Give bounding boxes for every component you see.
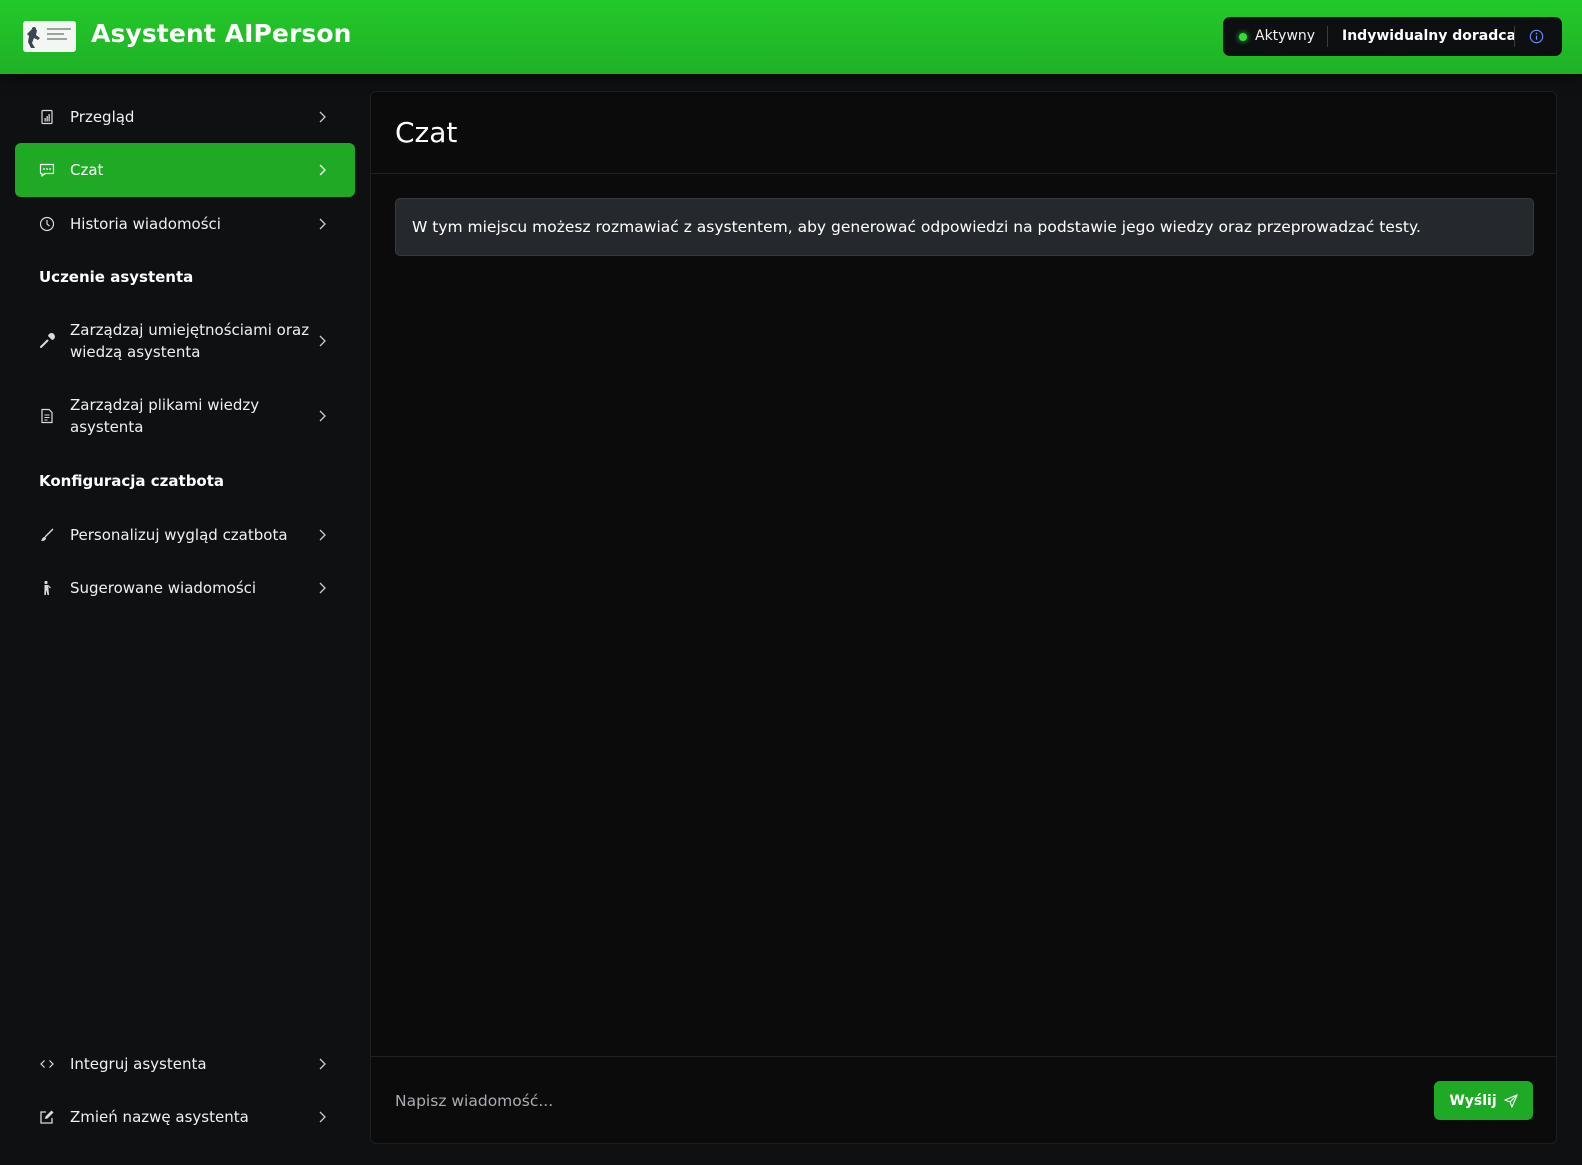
sidebar-item-label: Czat: [70, 161, 104, 179]
chat-info-text: W tym miejscu możesz rozmawiać z asysten…: [412, 218, 1421, 236]
report-icon: [41, 109, 53, 125]
message-input[interactable]: [395, 1082, 1415, 1120]
send-button-label: Wyślij: [1449, 1092, 1497, 1109]
sidebar-item-label: Przegląd: [70, 108, 135, 126]
chevron-right-icon: [319, 1111, 326, 1123]
brush-icon: [41, 528, 54, 541]
sidebar-item-label: Integruj asystenta: [70, 1055, 207, 1073]
sidebar-item-personalize[interactable]: Personalizuj wygląd czatbota: [15, 508, 355, 562]
chevron-right-icon: [319, 1058, 326, 1070]
sidebar-item-message-history[interactable]: Historia wiadomości: [15, 197, 355, 251]
app-title: Asystent AIPerson: [91, 19, 352, 48]
section-title-config: Konfiguracja czatbota: [39, 472, 225, 490]
divider: [371, 1056, 1556, 1057]
sidebar-item-label: Historia wiadomości: [70, 215, 221, 233]
page-title: Czat: [395, 116, 458, 149]
wrench-icon: [40, 333, 55, 348]
logo-figure-icon: [27, 27, 40, 48]
document-icon: [41, 408, 53, 424]
edit-icon: [40, 1110, 54, 1124]
app-logo[interactable]: [23, 21, 76, 52]
sidebar-item-label: Sugerowane wiadomości: [70, 579, 257, 597]
paper-plane-icon: [1503, 1093, 1518, 1108]
sidebar-item-manage-skills[interactable]: Zarządzaj umiejętnościami oraz wiedzą as…: [15, 314, 355, 368]
status-dot-icon: [1239, 33, 1247, 41]
assistant-status-bar: Aktywny Indywidualny doradca: [1223, 17, 1562, 56]
sidebar-item-chat[interactable]: Czat: [15, 143, 355, 197]
chat-panel: Czat W tym miejscu możesz rozmawiać z as…: [370, 91, 1557, 1144]
divider: [1514, 26, 1515, 47]
send-button[interactable]: Wyślij: [1434, 1081, 1533, 1120]
status-label: Aktywny: [1255, 28, 1316, 44]
person-icon: [44, 580, 51, 595]
chevron-right-icon: [319, 410, 326, 422]
chevron-right-icon: [319, 335, 326, 347]
divider: [371, 173, 1556, 174]
chat-icon: [39, 163, 55, 177]
chat-info-banner: W tym miejscu możesz rozmawiać z asysten…: [395, 198, 1534, 256]
chevron-right-icon: [319, 164, 326, 176]
chevron-right-icon: [319, 111, 326, 123]
sidebar-item-label: Zarządzaj plikami wiedzy asystenta: [70, 396, 260, 436]
info-icon[interactable]: [1529, 29, 1544, 44]
chevron-right-icon: [319, 218, 326, 230]
logo-text-lines: [47, 28, 71, 43]
divider: [1327, 26, 1328, 47]
code-icon: [40, 1060, 54, 1068]
sidebar-item-integrate[interactable]: Integruj asystenta: [15, 1037, 355, 1091]
chevron-right-icon: [319, 582, 326, 594]
sidebar-item-suggested-messages[interactable]: Sugerowane wiadomości: [15, 561, 355, 615]
sidebar-item-label: Zmień nazwę asystenta: [70, 1108, 249, 1126]
top-header: Asystent AIPerson Aktywny Indywidualny d…: [0, 0, 1582, 74]
sidebar-item-label: Zarządzaj umiejętnościami oraz wiedzą as…: [70, 321, 310, 361]
sidebar-item-overview[interactable]: Przegląd: [15, 90, 355, 144]
section-title-training: Uczenie asystenta: [39, 268, 194, 286]
sidebar-item-rename[interactable]: Zmień nazwę asystenta: [15, 1090, 355, 1144]
plan-label: Indywidualny doradca: [1342, 28, 1517, 44]
clock-icon: [39, 216, 55, 232]
sidebar-item-knowledge-files[interactable]: Zarządzaj plikami wiedzy asystenta: [15, 389, 355, 443]
chevron-right-icon: [319, 529, 326, 541]
sidebar: Przegląd Czat Historia wiadomości Uczeni…: [0, 74, 370, 1165]
sidebar-item-label: Personalizuj wygląd czatbota: [70, 526, 288, 544]
